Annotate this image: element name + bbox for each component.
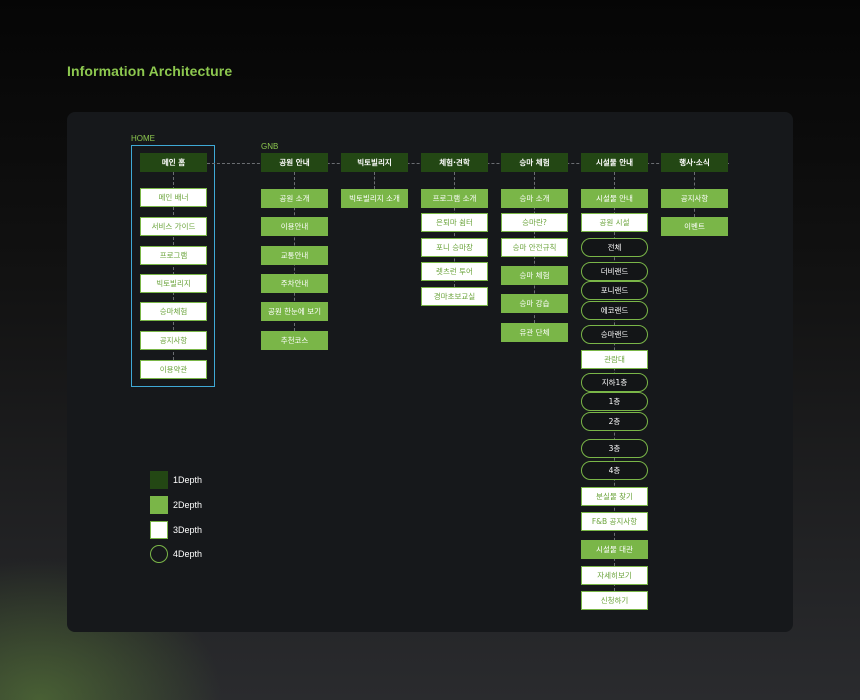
gnb-label: GNB — [261, 142, 279, 151]
node-신청하기: 신청하기 — [581, 591, 648, 610]
node-승마-소개: 승마 소개 — [501, 189, 568, 208]
node-f-b-공지사항: F&B 공지사항 — [581, 512, 648, 531]
legend-label: 3Depth — [173, 525, 203, 535]
connector-line — [374, 172, 375, 189]
node-유관-단체: 유관 단체 — [501, 323, 568, 342]
node-공원-한눈에-보기: 공원 한눈에 보기 — [261, 302, 328, 321]
node-공원-소개: 공원 소개 — [261, 189, 328, 208]
node-관람대: 관람대 — [581, 350, 648, 369]
node-공지사항: 공지사항 — [661, 189, 728, 208]
home-item-승마체험: 승마체험 — [140, 302, 207, 321]
node-경마초보교실: 경마초보교실 — [421, 287, 488, 306]
home-node: 메인 홈 — [140, 153, 207, 172]
node-렛츠런-투어: 렛츠런 투어 — [421, 262, 488, 281]
node-이벤트: 이벤트 — [661, 217, 728, 236]
home-item-빅토빌리지: 빅토빌리지 — [140, 274, 207, 293]
ia-diagram-panel: HOME GNB 메인 홈 메인 배너 서비스 가이드 프로그램 빅토빌리지 승마체험 공지… — [67, 112, 793, 632]
legend-item-3depth: 3Depth — [150, 521, 202, 539]
node-승마랜드: 승마랜드 — [581, 325, 648, 344]
legend-swatch — [150, 471, 168, 489]
node-에코랜드: 에코랜드 — [581, 301, 648, 320]
gnb-승마-체험: 승마 체험 — [501, 153, 568, 172]
legend-item-1depth: 1Depth — [150, 471, 202, 489]
home-item-이용약관: 이용약관 — [140, 360, 207, 379]
node-추천코스: 추천코스 — [261, 331, 328, 350]
node-빅토빌리지-소개: 빅토빌리지 소개 — [341, 189, 408, 208]
page-title: Information Architecture — [67, 63, 233, 79]
node-시설물-대관: 시설물 대관 — [581, 540, 648, 559]
node-3층: 3층 — [581, 439, 648, 458]
node-프로그램-소개: 프로그램 소개 — [421, 189, 488, 208]
node-1층: 1층 — [581, 392, 648, 411]
gnb-시설물-안내: 시설물 안내 — [581, 153, 648, 172]
legend-label: 4Depth — [173, 549, 203, 559]
node-더비랜드: 더비랜드 — [581, 262, 648, 281]
node-승마란-: 승마란? — [501, 213, 568, 232]
legend-swatch — [150, 545, 168, 563]
legend-swatch — [150, 496, 168, 514]
legend-item-2depth: 2Depth — [150, 496, 202, 514]
node-전체: 전체 — [581, 238, 648, 257]
node-승마-안전규칙: 승마 안전규칙 — [501, 238, 568, 257]
home-item-공지사항: 공지사항 — [140, 331, 207, 350]
node-시설물-안내: 시설물 안내 — [581, 189, 648, 208]
gnb-공원-안내: 공원 안내 — [261, 153, 328, 172]
node-이용안내: 이용안내 — [261, 217, 328, 236]
node-지하1층: 지하1층 — [581, 373, 648, 392]
node-승마-강습: 승마 강습 — [501, 294, 568, 313]
node-4층: 4층 — [581, 461, 648, 480]
home-item-서비스-가이드: 서비스 가이드 — [140, 217, 207, 236]
legend-item-4depth: 4Depth — [150, 545, 202, 563]
legend-label: 2Depth — [173, 500, 203, 510]
node-은퇴마-쉼터: 은퇴마 쉼터 — [421, 213, 488, 232]
node-포니랜드: 포니랜드 — [581, 281, 648, 300]
node-승마-체험: 승마 체험 — [501, 266, 568, 285]
home-item-메인-배너: 메인 배너 — [140, 188, 207, 207]
node-2층: 2층 — [581, 412, 648, 431]
legend-label: 1Depth — [173, 475, 203, 485]
home-label: HOME — [131, 134, 155, 143]
gnb-빅토빌리지: 빅토빌리지 — [341, 153, 408, 172]
node-분실물-찾기: 분실물 찾기 — [581, 487, 648, 506]
home-item-프로그램: 프로그램 — [140, 246, 207, 265]
node-교통안내: 교통안내 — [261, 246, 328, 265]
node-포니-승마장: 포니 승마장 — [421, 238, 488, 257]
legend-swatch — [150, 521, 168, 539]
node-공원-시설: 공원 시설 — [581, 213, 648, 232]
gnb-체험-견학: 체험·견학 — [421, 153, 488, 172]
gnb-행사-소식: 행사·소식 — [661, 153, 728, 172]
node-주차안내: 주차안내 — [261, 274, 328, 293]
node-자세히보기: 자세히보기 — [581, 566, 648, 585]
